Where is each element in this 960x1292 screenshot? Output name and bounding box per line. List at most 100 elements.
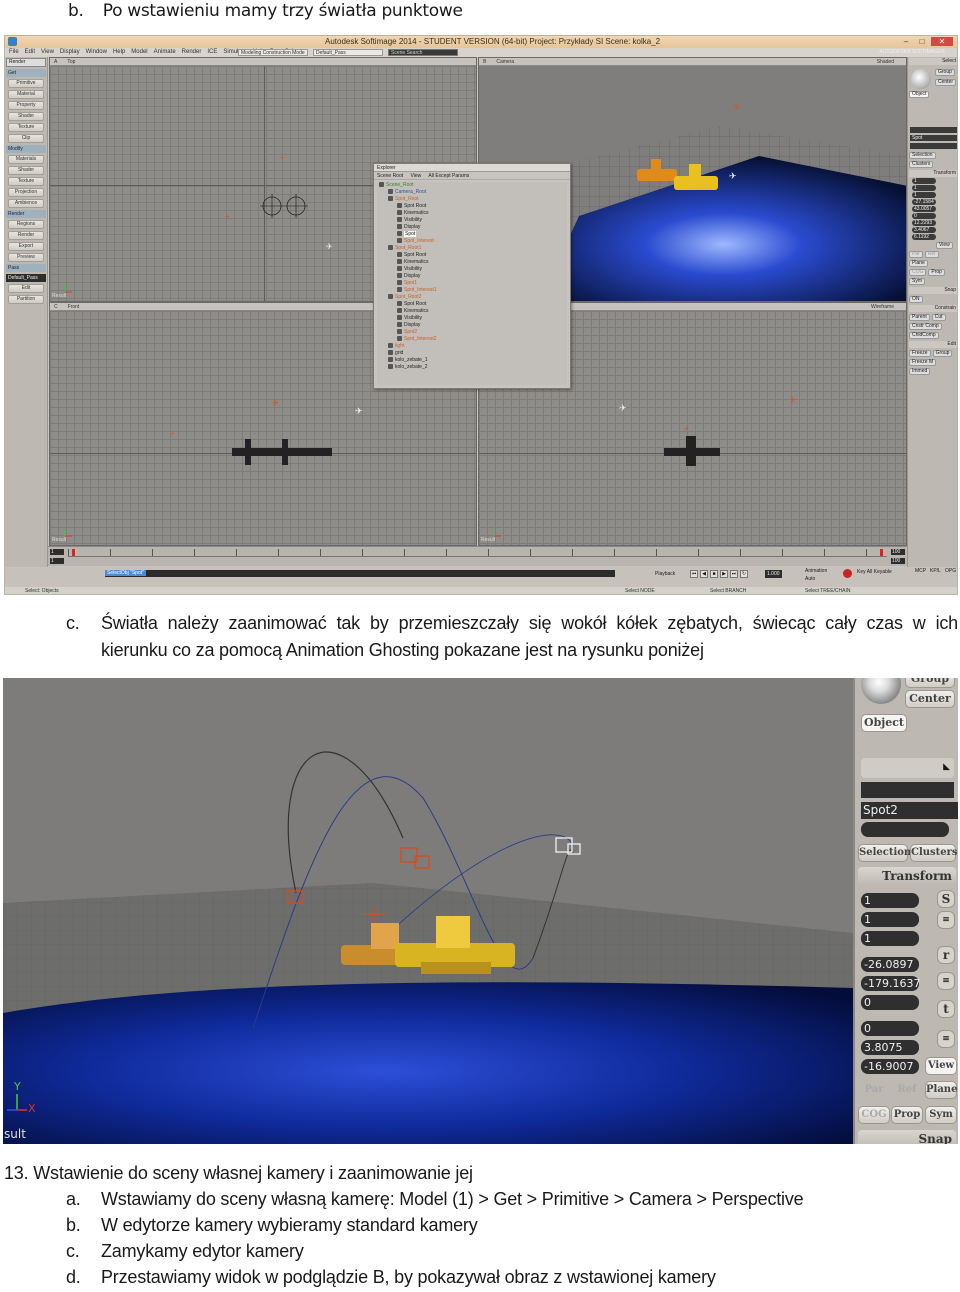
maximize-button[interactable]: □ <box>915 37 929 46</box>
blank-field[interactable] <box>910 143 957 149</box>
animation-ghosting-viewport[interactable]: Y X sult <box>3 678 853 1144</box>
group-button[interactable]: Group <box>905 678 955 688</box>
translation-y-field[interactable]: 3.8075 <box>861 1040 919 1055</box>
frame-field[interactable]: 1.000 <box>765 570 782 578</box>
rotation-lock-icon[interactable]: ≡ <box>937 972 955 990</box>
tree-node[interactable]: Camera_Root <box>377 189 567 196</box>
rotation-z-field[interactable]: 0 <box>861 995 919 1010</box>
construction-mode-dropdown[interactable]: Modeling Construction Mode <box>238 49 308 56</box>
cog-button[interactable]: COG <box>858 1106 890 1124</box>
tree-node[interactable]: Spot_Interest1 <box>377 287 567 294</box>
rotation-button[interactable]: r <box>937 946 955 964</box>
tree-node[interactable]: Spot Root <box>377 252 567 259</box>
tree-node[interactable]: Spot Root <box>377 301 567 308</box>
timeline[interactable]: 1 1 100 100 <box>48 546 907 566</box>
tree-node[interactable]: Kinematics <box>377 308 567 315</box>
freeze-m-button[interactable]: Freeze M <box>909 359 937 366</box>
timeline-ruler[interactable] <box>68 549 887 557</box>
current-pass-field[interactable]: Default_Pass <box>6 274 46 282</box>
timeline-current-field[interactable]: 1 <box>50 558 64 564</box>
sym-button[interactable]: Sym <box>909 278 925 285</box>
immed-button[interactable]: Immed <box>909 368 931 375</box>
prop-button[interactable]: Prop <box>891 1106 923 1124</box>
plane-button[interactable]: Plane <box>909 260 928 267</box>
subselect-area[interactable]: ◣ <box>861 758 954 778</box>
rotation-z-field[interactable]: 0 <box>912 213 936 219</box>
toolbar-button-partition[interactable]: Partition <box>8 295 44 304</box>
tree-node[interactable]: light <box>377 343 567 350</box>
keyset-dropdown[interactable]: Key All Keyable <box>857 569 892 575</box>
menu-item-display[interactable]: Display <box>60 49 80 55</box>
par-button[interactable]: Par <box>858 1081 890 1099</box>
sym-button[interactable]: Sym <box>925 1106 957 1124</box>
camera-dropdown[interactable]: Front <box>68 303 128 311</box>
translation-z-field[interactable]: -16.9007 <box>861 1059 919 1074</box>
transform-header[interactable]: Transform <box>909 170 957 177</box>
transform-header[interactable]: Transform <box>858 867 956 885</box>
plane-button[interactable]: Plane <box>925 1081 957 1099</box>
clusters-button[interactable]: Clusters <box>909 161 934 168</box>
scene-search-input[interactable]: Scene Search <box>388 49 458 56</box>
tree-node[interactable]: Spot_Root2 <box>377 294 567 301</box>
translation-lock-icon[interactable]: ≡ <box>937 1030 955 1048</box>
timeline-playhead[interactable] <box>72 549 75 556</box>
filter-dropdown[interactable]: All Except Params <box>428 173 469 179</box>
scale-x-field[interactable]: 1 <box>912 178 936 184</box>
tree-node[interactable]: Spot <box>377 231 567 238</box>
menu-item-window[interactable]: Window <box>86 49 107 55</box>
toolbar-button-shader[interactable]: Shader <box>8 166 44 175</box>
toolbar-button-primitive[interactable]: Primitive <box>8 79 44 88</box>
translation-button[interactable]: t <box>937 1000 955 1018</box>
minimize-button[interactable]: – <box>899 37 913 46</box>
tree-node[interactable]: Kinematics <box>377 259 567 266</box>
select-arrow-icon[interactable] <box>861 678 901 704</box>
toolbar-button-shader[interactable]: Shader <box>8 112 44 121</box>
center-button[interactable]: Center <box>905 690 955 708</box>
section-header-modify[interactable]: Modify <box>6 145 46 153</box>
camera-dropdown[interactable]: Top <box>67 58 127 66</box>
center-button[interactable]: Center <box>935 79 957 86</box>
translation-z-field[interactable]: 6.1192 <box>912 234 936 240</box>
mode-tab-kpl[interactable]: KP/L <box>930 568 941 574</box>
tree-node[interactable]: Display <box>377 322 567 329</box>
tree-node[interactable]: Spot2 <box>377 329 567 336</box>
toolbar-button-materials[interactable]: Materials <box>8 155 44 164</box>
rotation-y-field[interactable]: 43.0057 <box>912 206 936 212</box>
blank-field[interactable] <box>861 782 954 798</box>
tree-node[interactable]: grid <box>377 350 567 357</box>
toolbar-button-clip[interactable]: Clip <box>8 134 44 143</box>
shading-dropdown[interactable]: Wireframe <box>871 303 894 311</box>
tree-node[interactable]: Spot Root <box>377 203 567 210</box>
toolbar-button-property[interactable]: Property <box>8 101 44 110</box>
tree-node[interactable]: kolo_zebate_2 <box>377 364 567 371</box>
toolbar-button-ambience[interactable]: Ambience <box>8 199 44 208</box>
clusters-button[interactable]: Clusters <box>910 844 958 862</box>
child-comp-button[interactable]: ChldComp <box>909 332 939 339</box>
shading-dropdown[interactable]: Shaded <box>877 58 894 66</box>
toolbar-button-render[interactable]: Render <box>8 231 44 240</box>
stop-button[interactable]: ■ <box>710 570 718 578</box>
translation-x-field[interactable]: 0 <box>861 1021 919 1036</box>
menu-item-file[interactable]: File <box>9 49 19 55</box>
toolbar-button-texture[interactable]: Texture <box>8 123 44 132</box>
section-header-get[interactable]: Get <box>6 69 46 77</box>
cnstr-comp-button[interactable]: Cnstr Comp <box>909 323 942 330</box>
toolbar-button-export[interactable]: Export <box>8 242 44 251</box>
scope-dropdown[interactable]: Scene Root <box>377 173 403 179</box>
select-arrow-icon[interactable] <box>911 69 931 89</box>
snap-header[interactable]: Snap <box>858 1130 956 1144</box>
translation-y-field[interactable]: 3.4067 <box>912 227 936 233</box>
scale-x-field[interactable]: 1 <box>861 893 919 908</box>
snap-on-button[interactable]: ON <box>909 296 923 303</box>
prev-frame-button[interactable]: ◀ <box>700 570 708 578</box>
expand-arrow-icon[interactable]: ◣ <box>943 762 950 772</box>
last-frame-button[interactable]: ⏭ <box>730 570 738 578</box>
timeline-end-marker[interactable] <box>880 549 883 556</box>
timeline-start-field[interactable]: 1 <box>50 549 64 555</box>
rotation-y-field[interactable]: -179.1637 <box>861 976 920 991</box>
scale-y-field[interactable]: 1 <box>861 912 919 927</box>
selection-button[interactable]: Selection <box>909 152 936 159</box>
tree-node[interactable]: Spot_Interest2 <box>377 336 567 343</box>
loop-button[interactable]: ↻ <box>740 570 748 578</box>
cut-button[interactable]: Cut <box>931 314 946 321</box>
